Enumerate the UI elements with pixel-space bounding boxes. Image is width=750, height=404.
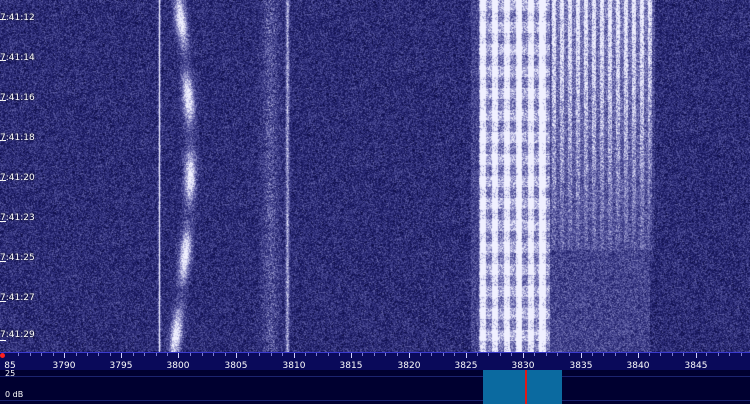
frequency-scale[interactable]: 85 3790 3795 3800 3805 3810 3815 3820 38… (0, 352, 750, 371)
freq-minor-tick (591, 353, 593, 356)
freq-minor-tick (649, 353, 650, 356)
time-axis: 7:41:12 7:41:14 7:41:16 7:41:18 7:41:20 … (0, 0, 40, 352)
freq-minor-tick (385, 353, 387, 356)
freq-minor-tick (86, 353, 88, 356)
freq-minor-tick (18, 353, 20, 356)
freq-minor-tick (270, 353, 272, 356)
time-label: 7:41:29 (0, 330, 35, 340)
freq-minor-tick (339, 353, 341, 356)
freq-minor-tick (499, 353, 501, 356)
db-label-zero: 0 dB (5, 390, 24, 399)
freq-minor-tick (132, 353, 134, 356)
time-label: 7:41:18 (0, 133, 35, 143)
freq-minor-tick (476, 353, 478, 356)
freq-tick (581, 353, 582, 358)
freq-minor-tick (488, 353, 490, 356)
freq-minor-tick (316, 353, 318, 356)
freq-tick (409, 353, 410, 358)
freq-minor-tick (626, 353, 627, 356)
freq-minor-tick (568, 353, 570, 356)
db-gridline (0, 376, 750, 377)
freq-minor-tick (431, 353, 432, 356)
freq-tick (121, 353, 122, 358)
freq-minor-tick (98, 353, 100, 356)
freq-minor-tick (362, 353, 364, 356)
freq-tick (236, 353, 237, 358)
freq-minor-tick (545, 353, 547, 356)
freq-minor-tick (281, 353, 283, 356)
freq-tick (178, 353, 179, 358)
freq-minor-tick (454, 353, 455, 356)
freq-minor-tick (603, 353, 605, 356)
freq-minor-tick (247, 353, 249, 356)
freq-minor-tick (41, 353, 43, 356)
freq-minor-tick (304, 353, 306, 356)
freq-minor-tick (155, 353, 157, 356)
freq-minor-tick (419, 353, 421, 356)
time-label: 7:41:25 (0, 253, 35, 263)
freq-tick (466, 353, 467, 358)
time-label: 7:41:12 (0, 13, 35, 23)
freq-minor-tick (660, 353, 662, 356)
freq-tick (294, 353, 295, 358)
freq-minor-tick (717, 353, 719, 356)
freq-minor-tick (109, 353, 111, 356)
freq-minor-tick (259, 353, 260, 356)
freq-minor-tick (534, 353, 536, 356)
freq-minor-tick (740, 353, 742, 356)
freq-minor-tick (706, 353, 708, 356)
time-label: 7:41:27 (0, 293, 35, 303)
time-label: 7:41:14 (0, 53, 35, 63)
freq-minor-tick (167, 353, 169, 356)
freq-minor-tick (614, 353, 616, 356)
freq-tick (696, 353, 697, 358)
freq-minor-tick (224, 353, 226, 356)
freq-minor-tick (190, 353, 192, 356)
freq-minor-tick (327, 353, 329, 356)
start-marker-icon (0, 353, 5, 358)
freq-minor-tick (213, 353, 215, 356)
passband-filter[interactable] (482, 370, 562, 404)
freq-tick (638, 353, 639, 358)
freq-minor-tick (396, 353, 398, 356)
spectrum-panel[interactable]: 25 0 dB (0, 369, 750, 404)
db-gridline (0, 400, 750, 401)
freq-minor-tick (75, 353, 77, 356)
freq-minor-tick (671, 353, 673, 356)
freq-tick (64, 353, 65, 358)
freq-tick (523, 353, 524, 358)
time-label: 7:41:16 (0, 93, 35, 103)
freq-minor-tick (511, 353, 513, 356)
freq-minor-tick (52, 353, 54, 356)
freq-minor-tick (201, 353, 203, 356)
time-label: 7:41:23 (0, 213, 35, 223)
freq-minor-tick (683, 353, 685, 356)
freq-minor-tick (442, 353, 444, 356)
freq-minor-tick (557, 353, 559, 356)
freq-minor-tick (729, 353, 731, 356)
freq-minor-tick (144, 353, 146, 356)
tuning-marker[interactable] (525, 370, 528, 404)
freq-tick (351, 353, 352, 358)
freq-minor-tick (29, 353, 31, 356)
time-label: 7:41:20 (0, 173, 35, 183)
waterfall-display[interactable] (0, 0, 750, 352)
db-label-top: 25 (5, 369, 16, 378)
freq-minor-tick (373, 353, 375, 356)
time-tick (0, 340, 6, 341)
